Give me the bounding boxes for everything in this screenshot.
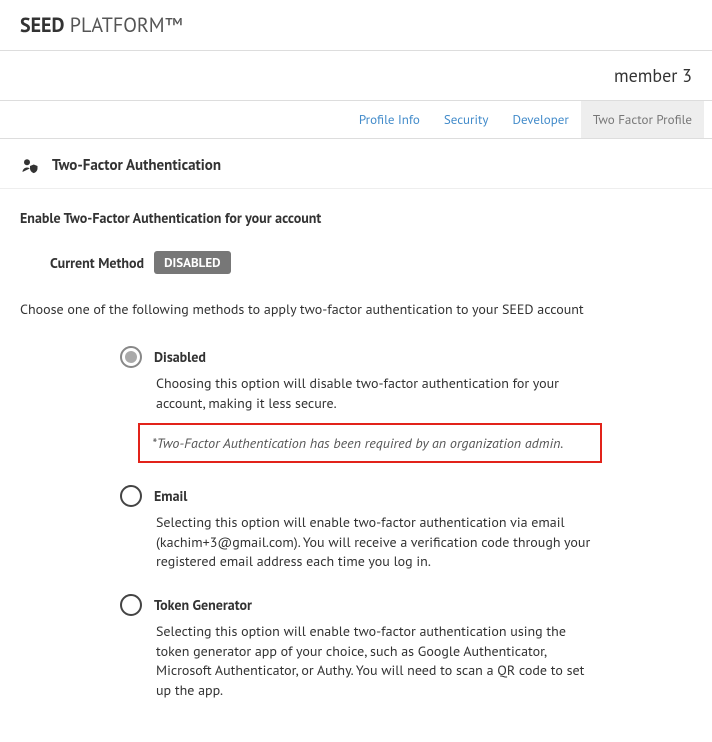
user-name: member 3 [614, 64, 692, 87]
tabs: Profile Info Security Developer Two Fact… [0, 101, 712, 139]
enable-heading: Enable Two-Factor Authentication for you… [20, 209, 692, 227]
brand-tm: ™ [165, 12, 183, 38]
user-shield-icon [20, 157, 40, 175]
option-token-label: Token Generator [154, 596, 252, 614]
option-email: Email Selecting this option will enable … [120, 485, 692, 572]
option-token-desc: Selecting this option will enable two-fa… [156, 622, 596, 700]
options-list: Disabled Choosing this option will disab… [20, 346, 692, 700]
tab-profile-info[interactable]: Profile Info [347, 101, 432, 138]
section-title: Two-Factor Authentication [52, 156, 221, 175]
option-email-label: Email [154, 487, 187, 505]
current-method-row: Current Method DISABLED [20, 251, 692, 274]
warning-text: *Two-Factor Authentication has been requ… [152, 434, 563, 452]
brand-light: PLATFORM [64, 12, 164, 38]
option-email-desc: Selecting this option will enable two-fa… [156, 513, 596, 572]
intro-text: Choose one of the following methods to a… [20, 300, 692, 318]
section-header: Two-Factor Authentication [0, 139, 712, 189]
app-header: SEED PLATFORM™ [0, 0, 712, 51]
tab-security[interactable]: Security [432, 101, 501, 138]
current-method-label: Current Method [50, 254, 144, 272]
tab-developer[interactable]: Developer [500, 101, 580, 138]
warning-box: *Two-Factor Authentication has been requ… [138, 423, 602, 463]
brand-bold: SEED [20, 12, 64, 38]
option-token-head[interactable]: Token Generator [120, 594, 692, 616]
user-bar: member 3 [0, 51, 712, 101]
tab-two-factor-profile[interactable]: Two Factor Profile [581, 101, 704, 138]
option-disabled-label: Disabled [154, 348, 206, 366]
brand: SEED PLATFORM™ [20, 12, 692, 38]
option-token: Token Generator Selecting this option wi… [120, 594, 692, 700]
radio-disabled[interactable] [120, 346, 142, 368]
radio-token[interactable] [120, 594, 142, 616]
content: Enable Two-Factor Authentication for you… [0, 189, 712, 742]
radio-email[interactable] [120, 485, 142, 507]
option-disabled: Disabled Choosing this option will disab… [120, 346, 692, 463]
option-disabled-head[interactable]: Disabled [120, 346, 692, 368]
option-email-head[interactable]: Email [120, 485, 692, 507]
option-disabled-desc: Choosing this option will disable two-fa… [156, 374, 596, 413]
current-method-badge: DISABLED [154, 251, 230, 274]
